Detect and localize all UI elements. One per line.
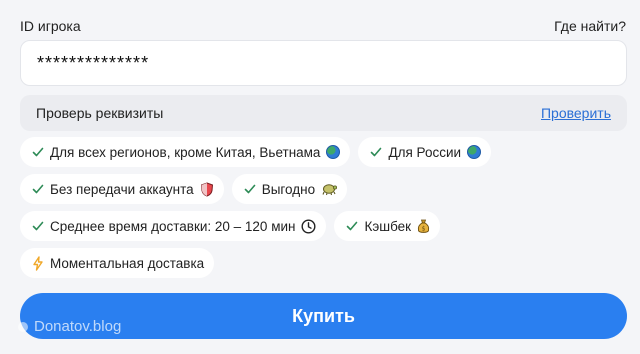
- check-icon: [32, 183, 44, 195]
- svg-text:$: $: [422, 225, 426, 232]
- chip-row: Без передачи аккаунта Выгодно: [20, 174, 630, 204]
- player-id-label: ID игрока: [20, 18, 81, 34]
- check-icon: [346, 220, 358, 232]
- feature-label: Для всех регионов, кроме Китая, Вьетнама: [50, 144, 321, 160]
- feature-chip-russia: Для России: [358, 137, 492, 167]
- feature-chip-instant-delivery: Моментальная доставка: [20, 248, 215, 278]
- feature-chip-regions: Для всех регионов, кроме Китая, Вьетнама: [20, 137, 351, 167]
- watermark: Donatov.blog: [18, 318, 121, 335]
- chip-row: Моментальная доставка: [20, 248, 630, 278]
- feature-label: Моментальная доставка: [50, 255, 205, 271]
- feature-label: Среднее время доставки: 20 – 120 мин: [50, 218, 296, 234]
- player-id-input[interactable]: [20, 40, 627, 86]
- check-icon: [32, 146, 44, 158]
- player-id-label-row: ID игрока Где найти?: [20, 15, 626, 37]
- watermark-logo-icon: [18, 321, 28, 332]
- chip-row: Среднее время доставки: 20 – 120 мин Кэш…: [20, 211, 630, 241]
- feature-chip-cashback: Кэшбек $: [334, 211, 441, 241]
- feature-label: Для России: [388, 144, 462, 160]
- feature-chips: Для всех регионов, кроме Китая, Вьетнама…: [20, 137, 630, 285]
- verify-link[interactable]: Проверить: [541, 105, 611, 121]
- check-icon: [370, 146, 382, 158]
- clock-icon: [301, 218, 316, 234]
- feature-label: Кэшбек: [364, 218, 412, 234]
- lightning-icon: [32, 255, 44, 271]
- verify-prompt: Проверь реквизиты: [36, 105, 164, 121]
- chip-row: Для всех регионов, кроме Китая, Вьетнама…: [20, 137, 630, 167]
- feature-chip-delivery-time: Среднее время доставки: 20 – 120 мин: [20, 211, 327, 241]
- feature-chip-profitable: Выгодно: [231, 174, 348, 204]
- watermark-text: Donatov.blog: [34, 318, 122, 335]
- feature-label: Без передачи аккаунта: [50, 181, 194, 197]
- feature-label: Выгодно: [261, 181, 316, 197]
- turtle-icon: [321, 182, 338, 196]
- verify-bar: Проверь реквизиты Проверить: [20, 95, 627, 131]
- where-to-find-link[interactable]: Где найти?: [554, 18, 626, 34]
- money-bag-icon: $: [417, 219, 430, 234]
- shield-icon: [200, 181, 214, 197]
- check-icon: [244, 183, 256, 195]
- globe-icon: [467, 145, 482, 159]
- check-icon: [32, 220, 44, 232]
- feature-chip-no-account-transfer: Без передачи аккаунта: [20, 174, 224, 204]
- globe-icon: [326, 145, 341, 159]
